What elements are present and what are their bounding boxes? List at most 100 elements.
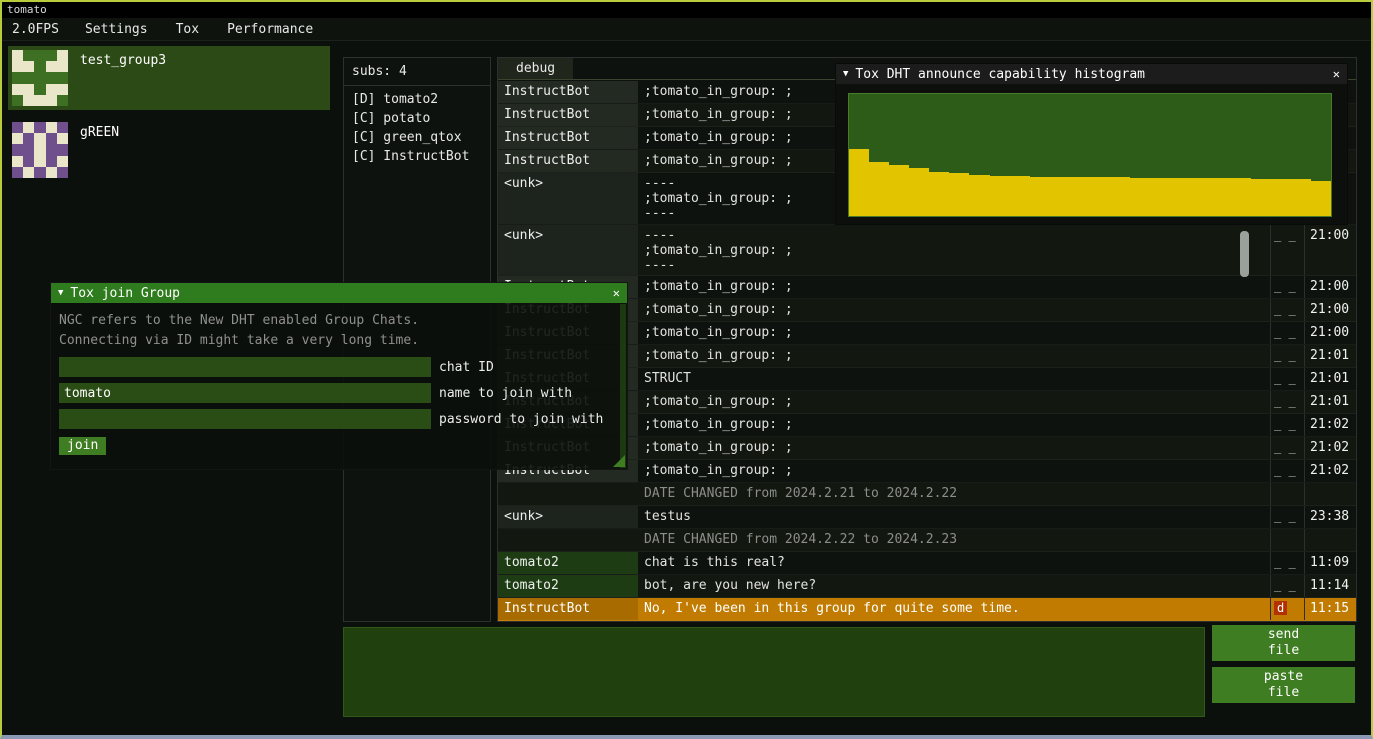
resize-grip-icon[interactable] <box>613 455 625 467</box>
chat-timestamp: 21:02 <box>1304 414 1356 436</box>
avatar-pixel <box>46 84 57 95</box>
avatar-pixel <box>57 144 68 155</box>
avatar-pixel <box>12 50 23 61</box>
chat-row[interactable]: InstructBotNo, I've been in this group f… <box>498 598 1356 621</box>
chat-flags: _ _ <box>1270 322 1304 344</box>
chat-message: ;tomato_in_group: ; <box>638 345 1270 367</box>
chat-flags: _ _ <box>1270 225 1304 276</box>
chat-flags: _ _ <box>1270 368 1304 390</box>
close-icon[interactable]: ✕ <box>613 286 620 300</box>
chat-timestamp <box>1304 529 1356 551</box>
histogram-bar <box>849 149 869 216</box>
join-group-window: ▼ Tox join Group ✕ NGC refers to the New… <box>50 282 628 470</box>
avatar-pixel <box>12 95 23 106</box>
collapse-arrow-icon[interactable]: ▼ <box>58 288 63 298</box>
chat-timestamp: 23:38 <box>1304 506 1356 528</box>
chat-sender: tomato2 <box>498 552 638 574</box>
chat-row[interactable]: DATE CHANGED from 2024.2.21 to 2024.2.22 <box>498 483 1356 506</box>
avatar-pixel <box>12 84 23 95</box>
subs-member[interactable]: [C] potato <box>344 109 490 128</box>
histogram-window: ▼ Tox DHT announce capability histogram … <box>835 63 1348 225</box>
chat-timestamp: 21:01 <box>1304 368 1356 390</box>
chat-timestamp: 21:00 <box>1304 225 1356 276</box>
join-button[interactable]: join <box>59 437 106 455</box>
avatar-pixel <box>46 122 57 133</box>
avatar-pixel <box>57 122 68 133</box>
avatar-pixel <box>34 144 45 155</box>
paste-file-button[interactable]: paste file <box>1212 667 1355 703</box>
avatar-pixel <box>12 122 23 133</box>
histogram-bar <box>949 173 969 216</box>
avatar-pixel <box>23 122 34 133</box>
chat-message: DATE CHANGED from 2024.2.21 to 2024.2.22 <box>638 483 1270 505</box>
chat-row[interactable]: DATE CHANGED from 2024.2.22 to 2024.2.23 <box>498 529 1356 552</box>
avatar-pixel <box>34 156 45 167</box>
avatar-pixel <box>23 61 34 72</box>
chat-flags: _ _ <box>1270 391 1304 413</box>
menu-item-settings[interactable]: Settings <box>71 22 162 37</box>
window-title: tomato <box>7 3 47 16</box>
avatar-pixel <box>34 133 45 144</box>
histogram-window-title: Tox DHT announce capability histogram <box>855 67 1325 82</box>
histogram-bar <box>1130 178 1150 216</box>
join-window-titlebar[interactable]: ▼ Tox join Group ✕ <box>51 283 627 303</box>
histogram-window-titlebar[interactable]: ▼ Tox DHT announce capability histogram … <box>836 64 1347 84</box>
avatar-pixel <box>23 95 34 106</box>
close-icon[interactable]: ✕ <box>1333 67 1340 81</box>
join-input-password-to-join-with[interactable] <box>59 409 431 429</box>
group-avatar <box>12 50 68 106</box>
chat-timestamp: 21:01 <box>1304 345 1356 367</box>
chat-sender: <unk> <box>498 225 638 276</box>
avatar-pixel <box>23 144 34 155</box>
subs-list: [D] tomato2[C] potato[C] green_qtox[C] I… <box>344 86 490 170</box>
chat-row[interactable]: tomato2chat is this real?_ _11:09 <box>498 552 1356 575</box>
avatar-pixel <box>23 72 34 83</box>
chat-flags: _ _ <box>1270 437 1304 459</box>
send-file-button[interactable]: send file <box>1212 625 1355 661</box>
chat-sender: InstructBot <box>498 598 638 620</box>
chat-message: ;tomato_in_group: ; <box>638 276 1270 298</box>
subs-member[interactable]: [C] green_qtox <box>344 128 490 147</box>
chat-sender: InstructBot <box>498 104 638 126</box>
avatar-pixel <box>57 61 68 72</box>
group-item-test_group3[interactable]: test_group3 <box>8 46 330 110</box>
chat-scrollbar[interactable] <box>1240 231 1249 277</box>
avatar-pixel <box>12 167 23 178</box>
delivered-flag: d <box>1274 601 1287 615</box>
join-input-name-to-join-with[interactable] <box>59 383 431 403</box>
subs-member[interactable]: [C] InstructBot <box>344 147 490 166</box>
chat-timestamp: 21:01 <box>1304 391 1356 413</box>
avatar-pixel <box>57 95 68 106</box>
menu-item-performance[interactable]: Performance <box>213 22 327 37</box>
tab-debug[interactable]: debug <box>498 58 573 79</box>
histogram-bar <box>1030 177 1050 216</box>
join-input-chat-ID[interactable] <box>59 357 431 377</box>
chat-row[interactable]: <unk>---- ;tomato_in_group: ; ----_ _21:… <box>498 225 1356 277</box>
chat-flags: _ _ <box>1270 299 1304 321</box>
join-field-row: name to join with <box>59 383 619 403</box>
histogram-bar <box>909 168 929 216</box>
collapse-arrow-icon[interactable]: ▼ <box>843 69 848 79</box>
chat-row[interactable]: <unk>testus_ _23:38 <box>498 506 1356 529</box>
chat-message: bot, are you new here? <box>638 575 1270 597</box>
subs-member[interactable]: [D] tomato2 <box>344 90 490 109</box>
chat-row[interactable]: tomato2bot, are you new here?_ _11:14 <box>498 575 1356 598</box>
chat-flags: _ _ <box>1270 575 1304 597</box>
avatar-pixel <box>34 95 45 106</box>
group-item-green[interactable]: gREEN <box>8 118 330 182</box>
join-window-scroll-track[interactable] <box>620 304 626 468</box>
message-input[interactable] <box>343 627 1205 717</box>
avatar-pixel <box>23 50 34 61</box>
histogram-bar <box>990 176 1010 216</box>
avatar-pixel <box>12 144 23 155</box>
chat-sender: InstructBot <box>498 127 638 149</box>
join-field-label: password to join with <box>439 412 603 427</box>
chat-flags <box>1270 529 1304 551</box>
histogram-bar <box>1251 179 1271 216</box>
group-name: gREEN <box>80 122 119 178</box>
chat-message: ;tomato_in_group: ; <box>638 322 1270 344</box>
avatar-pixel <box>34 84 45 95</box>
group-avatar <box>12 122 68 178</box>
avatar-pixel <box>46 133 57 144</box>
menu-item-tox[interactable]: Tox <box>162 22 213 37</box>
